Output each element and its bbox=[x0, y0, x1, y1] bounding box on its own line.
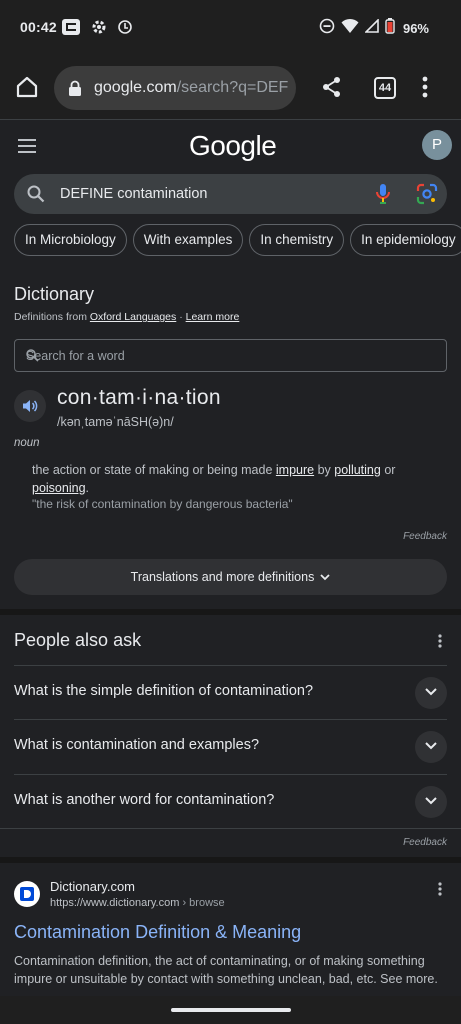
more-options-icon[interactable] bbox=[438, 882, 442, 901]
url-path: /search?q=DEFINI bbox=[176, 79, 289, 96]
definition-mid-2: or bbox=[380, 463, 396, 477]
speaker-icon bbox=[23, 400, 38, 412]
poisoning-link[interactable]: poisoning bbox=[32, 481, 86, 495]
google-lens-icon[interactable] bbox=[416, 183, 438, 210]
result-snippet: Contamination definition, the act of con… bbox=[14, 954, 438, 986]
paa-divider bbox=[0, 828, 461, 829]
chip-in-epidemiology[interactable]: In epidemiology bbox=[350, 224, 461, 256]
oxford-languages-link[interactable]: Oxford Languages bbox=[90, 311, 176, 323]
dictionary-word: con·tam·i·na·tion bbox=[57, 386, 221, 409]
chip-with-examples[interactable]: With examples bbox=[132, 224, 244, 256]
people-also-ask-title: People also ask bbox=[14, 630, 142, 650]
microphone-icon[interactable] bbox=[375, 183, 391, 210]
wifi-icon bbox=[341, 18, 359, 39]
url-domain: google.com bbox=[94, 79, 177, 96]
avatar[interactable]: P bbox=[422, 130, 452, 160]
part-of-speech: noun bbox=[14, 437, 40, 449]
paa-question-text: What is another word for contamination? bbox=[14, 792, 275, 808]
dictionary-feedback-link[interactable]: Feedback bbox=[403, 531, 447, 542]
more-options-icon[interactable] bbox=[422, 76, 428, 103]
section-divider bbox=[0, 609, 461, 615]
source-prefix: Definitions from bbox=[14, 311, 87, 323]
home-icon[interactable] bbox=[14, 74, 42, 102]
impure-link[interactable]: impure bbox=[276, 463, 314, 477]
chevron-down-icon bbox=[320, 574, 330, 581]
usage-example: "the risk of contamination by dangerous … bbox=[32, 497, 293, 511]
search-icon[interactable] bbox=[26, 349, 434, 365]
google-logo[interactable]: Google bbox=[189, 130, 277, 162]
paa-question-text: What is the simple definition of contami… bbox=[14, 683, 314, 699]
learn-more-link[interactable]: Learn more bbox=[186, 311, 240, 323]
chevron-down-icon[interactable] bbox=[415, 731, 447, 763]
signal-icon bbox=[364, 18, 379, 38]
more-options-icon[interactable] bbox=[438, 634, 442, 653]
search-chips: In Microbiology With examples In chemist… bbox=[14, 224, 461, 256]
result-url-text: https://www.dictionary.com bbox=[50, 897, 180, 909]
translations-label: Translations and more definitions bbox=[130, 570, 315, 584]
paa-question[interactable]: What is contamination and examples? bbox=[14, 719, 447, 773]
dictionary-source: Definitions from Oxford Languages · Lear… bbox=[14, 311, 239, 323]
result-title-link[interactable]: Contamination Definition & Meaning bbox=[14, 922, 301, 943]
pronunciation-text: /kənˌtaməˈnāSH(ə)n/ bbox=[57, 415, 174, 429]
search-box[interactable]: DEFINE contamination bbox=[14, 174, 447, 214]
lock-icon[interactable] bbox=[68, 80, 82, 101]
paa-question-text: What is contamination and examples? bbox=[14, 737, 260, 753]
address-bar[interactable]: google.com/search?q=DEFINI bbox=[54, 66, 296, 110]
polluting-link[interactable]: polluting bbox=[334, 463, 381, 477]
chevron-down-icon[interactable] bbox=[415, 786, 447, 818]
browser-toolbar: google.com/search?q=DEFINI 44 bbox=[0, 56, 461, 120]
chip-in-chemistry[interactable]: In chemistry bbox=[249, 224, 345, 256]
dnd-icon bbox=[319, 18, 335, 39]
battery-icon bbox=[385, 18, 395, 39]
status-time: 00:42 bbox=[20, 19, 57, 35]
result-breadcrumb: › browse bbox=[179, 897, 225, 909]
definition-text: the action or state of making or being m… bbox=[32, 461, 422, 497]
result-site-name[interactable]: Dictionary.com bbox=[50, 879, 135, 894]
definition-prefix: the action or state of making or being m… bbox=[32, 463, 276, 477]
translations-button[interactable]: Translations and more definitions bbox=[14, 559, 447, 595]
url-text[interactable]: google.com/search?q=DEFINI bbox=[94, 79, 289, 97]
home-gesture-handle[interactable] bbox=[171, 1008, 291, 1012]
paa-question[interactable]: What is the simple definition of contami… bbox=[14, 665, 447, 719]
pronunciation-speaker-button[interactable] bbox=[14, 390, 46, 422]
definition-mid-1: by bbox=[314, 463, 335, 477]
battery-percentage: 96% bbox=[402, 21, 429, 36]
search-input[interactable]: DEFINE contamination bbox=[60, 186, 207, 202]
status-bar: 00:42 96% bbox=[0, 0, 461, 56]
chip-in-microbiology[interactable]: In Microbiology bbox=[14, 224, 127, 256]
dictionary-title: Dictionary bbox=[14, 284, 95, 304]
hamburger-menu-icon[interactable] bbox=[18, 139, 36, 158]
app-notification-icon bbox=[61, 18, 81, 41]
section-divider bbox=[0, 857, 461, 863]
word-search-field[interactable]: Search for a word bbox=[14, 339, 447, 372]
system-navigation-bar bbox=[0, 996, 461, 1024]
tab-switcher-button[interactable]: 44 bbox=[374, 77, 396, 99]
definition-suffix: . bbox=[85, 481, 89, 495]
search-icon bbox=[27, 185, 45, 208]
site-favicon[interactable] bbox=[14, 881, 40, 907]
paa-question[interactable]: What is another word for contamination? bbox=[14, 774, 447, 828]
settings-icon bbox=[91, 19, 107, 40]
result-url[interactable]: https://www.dictionary.com › browse bbox=[50, 897, 225, 909]
share-icon[interactable] bbox=[321, 76, 343, 103]
source-separator: · bbox=[176, 311, 186, 323]
chevron-down-icon[interactable] bbox=[415, 677, 447, 709]
paa-feedback-link[interactable]: Feedback bbox=[403, 837, 447, 848]
sync-icon bbox=[117, 19, 133, 40]
